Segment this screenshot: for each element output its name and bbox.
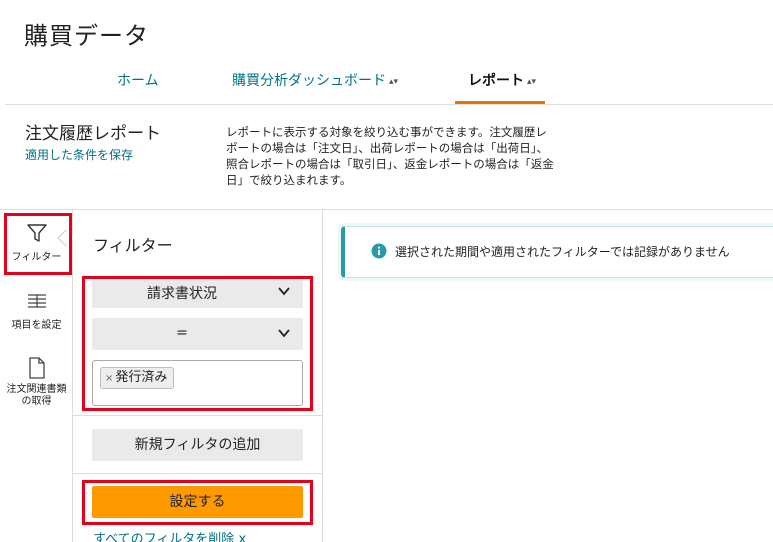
panel-divider	[73, 473, 322, 474]
report-description: レポートに表示する対象を絞り込む事ができます。注文履歴レポートの場合は「注文日」…	[226, 125, 554, 187]
panel-divider	[73, 415, 322, 416]
tab-home-label: ホーム	[117, 73, 159, 89]
report-title: 注文履歴レポート	[25, 124, 161, 144]
save-conditions-link[interactable]: 適用した条件を保存	[25, 146, 133, 163]
info-alert: 選択された期間や適用されたフィルターでは記録がありません	[341, 226, 773, 278]
rail-item-documents[interactable]: 注文関連書類の取得	[0, 356, 73, 408]
caret-sort-icon: ▴▾	[389, 77, 399, 87]
tab-report-label: レポート	[468, 73, 524, 89]
clear-filters-link[interactable]: すべてのフィルタを削除 x	[93, 528, 246, 542]
tab-dashboard-label: 購買分析ダッシュボード	[232, 73, 386, 89]
rail-columns-label: 項目を設定	[11, 320, 62, 331]
caret-sort-icon: ▴▾	[527, 77, 537, 87]
top-nav: ホーム 購買分析ダッシュボード ▴▾ レポート ▴▾	[0, 62, 773, 104]
tab-dashboard[interactable]: 購買分析ダッシュボード ▴▾	[232, 70, 398, 104]
highlight-box	[82, 276, 313, 411]
tab-report[interactable]: レポート ▴▾	[468, 70, 536, 104]
highlight-box	[4, 213, 72, 275]
info-icon	[371, 243, 387, 259]
filter-panel-title: フィルター	[93, 236, 173, 255]
tab-home[interactable]: ホーム	[117, 70, 159, 104]
document-icon	[28, 357, 45, 379]
columns-icon	[27, 294, 46, 308]
rail-docs-label: 注文関連書類の取得	[6, 384, 67, 407]
nav-divider	[5, 104, 773, 105]
add-filter-button[interactable]: 新規フィルタの追加	[92, 429, 303, 461]
highlight-box	[82, 480, 313, 525]
rail-item-columns[interactable]: 項目を設定	[0, 292, 73, 331]
app-title: 購買データ	[24, 22, 149, 50]
alert-message: 選択された期間や適用されたフィルターでは記録がありません	[395, 245, 730, 259]
